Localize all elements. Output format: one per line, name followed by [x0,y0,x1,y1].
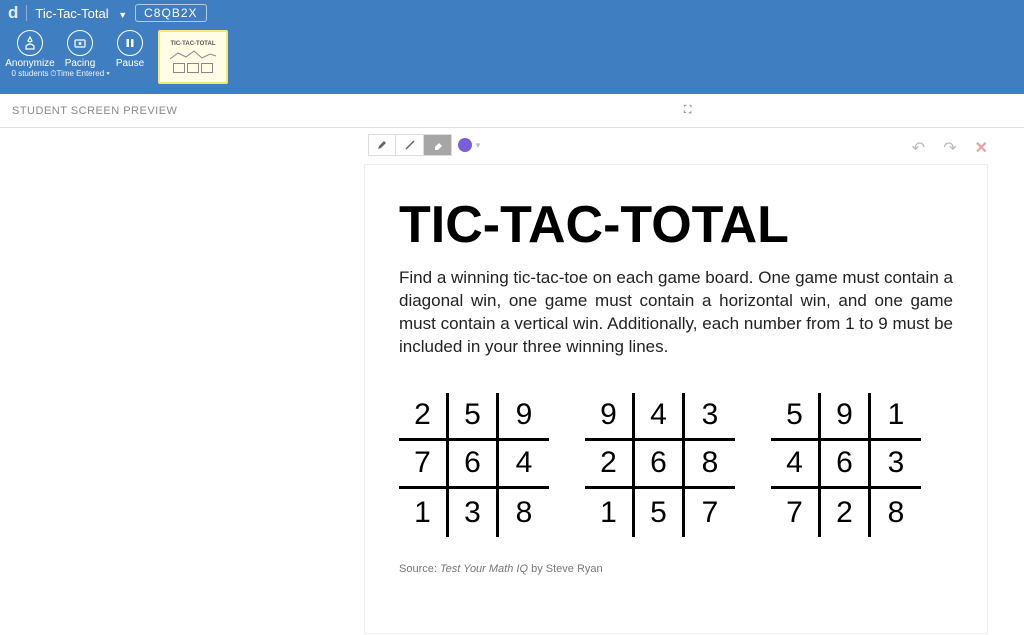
class-code-button[interactable]: C8QB2X [135,4,206,22]
board-row: 728 [771,489,921,537]
brand-logo: d [8,3,18,23]
board-cell: 5 [635,489,685,537]
pacing-label: Pacing [65,58,96,69]
color-picker[interactable] [458,138,472,152]
canvas-area: ▼ ↶ ↷ ✕ TIC-TAC-TOTAL Find a winning tic… [0,128,1024,635]
board-cell: 7 [399,441,449,489]
board-cell: 7 [685,489,735,537]
board-cell: 1 [399,489,449,537]
line-tool[interactable] [396,134,424,156]
board-row: 943 [585,393,735,441]
pacing-icon [67,30,93,56]
pause-button[interactable]: Pause [108,30,152,69]
canvas-right-tools: ↶ ↷ ✕ [912,138,988,158]
preview-label: STUDENT SCREEN PREVIEW [12,105,177,117]
board-cell: 2 [399,393,449,441]
thumb-grid [173,63,213,73]
worksheet: TIC-TAC-TOTAL Find a winning tic-tac-toe… [364,164,988,634]
game-boards: 259764138943268157591463728 [399,393,953,537]
board-cell: 6 [821,441,871,489]
worksheet-title: TIC-TAC-TOTAL [399,199,953,251]
game-board: 591463728 [771,393,921,537]
board-cell: 9 [499,393,549,441]
anonymize-button[interactable]: Anonymize 0 students [8,30,52,79]
source-prefix: Source: [399,563,440,575]
board-cell: 3 [685,393,735,441]
board-cell: 8 [499,489,549,537]
undo-button[interactable]: ↶ [912,138,925,158]
board-cell: 8 [685,441,735,489]
document-title-dropdown[interactable]: Tic-Tac-Total ▼ [35,6,127,21]
board-row: 138 [399,489,549,537]
app-header: d Tic-Tac-Total ▼ C8QB2X Anonymize 0 stu… [0,0,1024,94]
board-cell: 5 [771,393,821,441]
board-cell: 2 [821,489,871,537]
worksheet-instructions: Find a winning tic-tac-toe on each game … [399,267,953,359]
board-cell: 4 [771,441,821,489]
board-row: 463 [771,441,921,489]
board-cell: 5 [449,393,499,441]
anonymize-icon [17,30,43,56]
eraser-tool[interactable] [424,134,452,156]
board-cell: 1 [585,489,635,537]
board-cell: 9 [585,393,635,441]
board-cell: 9 [821,393,871,441]
board-cell: 4 [635,393,685,441]
board-row: 764 [399,441,549,489]
board-row: 259 [399,393,549,441]
board-cell: 8 [871,489,921,537]
source-title: Test Your Math IQ [440,563,528,575]
redo-button[interactable]: ↷ [943,138,956,158]
drawing-toolbar: ▼ [368,134,482,156]
worksheet-source: Source: Test Your Math IQ by Steve Ryan [399,563,953,575]
board-row: 157 [585,489,735,537]
document-title-text: Tic-Tac-Total [35,6,108,21]
pacing-sub: ⏱Time Entered ▾ [50,70,110,79]
board-cell: 7 [771,489,821,537]
source-suffix: by Steve Ryan [528,563,603,575]
board-row: 591 [771,393,921,441]
anonymize-sub: 0 students [12,70,49,79]
pause-label: Pause [116,58,144,69]
close-button[interactable]: ✕ [975,138,988,158]
pause-icon [117,30,143,56]
anonymize-label: Anonymize [5,58,54,69]
divider [26,5,27,21]
thumb-chart-icon [168,49,218,61]
pacing-button[interactable]: Pacing ⏱Time Entered ▾ [58,30,102,79]
board-cell: 6 [449,441,499,489]
board-cell: 2 [585,441,635,489]
board-cell: 3 [871,441,921,489]
slide-thumbnail[interactable]: TIC-TAC-TOTAL [158,30,228,84]
game-board: 943268157 [585,393,735,537]
board-cell: 1 [871,393,921,441]
expand-icon[interactable]: ⛶ [684,104,692,117]
pencil-tool[interactable] [368,134,396,156]
preview-bar: STUDENT SCREEN PREVIEW ⛶ [0,94,1024,128]
game-board: 259764138 [399,393,549,537]
board-cell: 3 [449,489,499,537]
thumb-label: TIC-TAC-TOTAL [171,41,216,47]
board-cell: 4 [499,441,549,489]
caret-down-icon: ▼ [118,10,127,20]
color-caret-icon: ▼ [474,141,482,150]
board-cell: 6 [635,441,685,489]
board-row: 268 [585,441,735,489]
